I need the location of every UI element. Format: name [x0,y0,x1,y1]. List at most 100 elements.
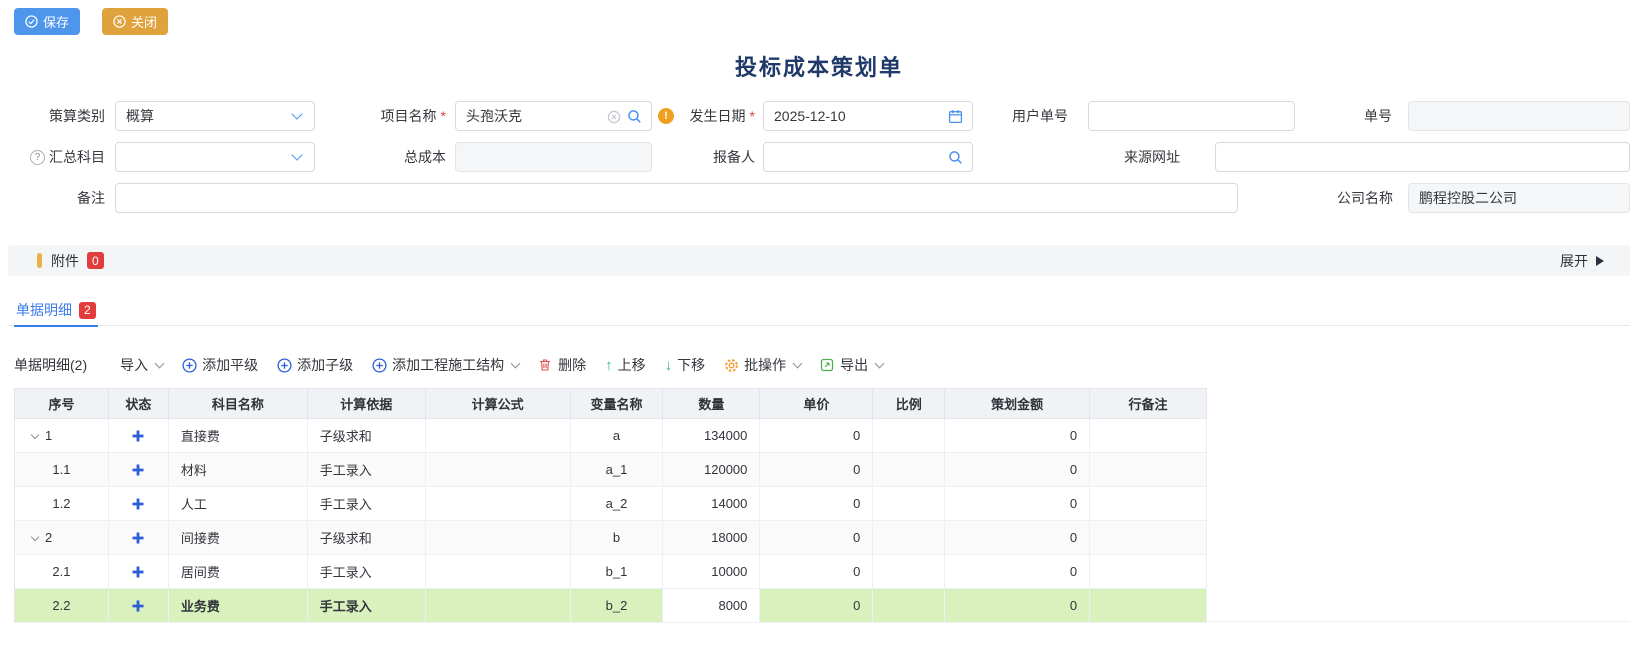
move-up-button[interactable]: ↑ 上移 [605,355,646,375]
cell-amount[interactable]: 0 [945,487,1090,521]
export-button[interactable]: 导出 [820,355,883,375]
add-sibling-button[interactable]: 添加平级 [182,355,258,375]
user-doc-no-input[interactable] [1089,102,1294,130]
table-row[interactable]: 2间接费子级求和b1800000 [15,521,1207,555]
cell-basis[interactable]: 手工录入 [308,453,426,487]
batch-ops-button[interactable]: 批操作 [724,355,801,375]
cell-formula[interactable] [426,521,571,555]
cell-seq[interactable]: 1.1 [15,453,109,487]
cell-basis[interactable]: 手工录入 [308,555,426,589]
tab-detail[interactable]: 单据明细 2 [14,294,98,326]
cell-status[interactable] [109,419,169,453]
add-child-button[interactable]: 添加子级 [277,355,353,375]
cell-basis[interactable]: 子级求和 [308,521,426,555]
cell-ratio[interactable] [873,555,945,589]
table-row[interactable]: 1.1材料手工录入a_112000000 [15,453,1207,487]
cell-formula[interactable] [426,419,571,453]
cell-formula[interactable] [426,555,571,589]
cell-ratio[interactable] [873,419,945,453]
cell-price[interactable]: 0 [760,487,873,521]
cell-price[interactable]: 0 [760,589,873,623]
cell-amount[interactable]: 0 [945,555,1090,589]
add-plus-icon[interactable] [132,464,144,476]
cell-seq[interactable]: 2 [15,521,109,555]
help-icon[interactable] [30,150,45,165]
cell-status[interactable] [109,453,169,487]
cell-price[interactable]: 0 [760,555,873,589]
column-header-subject[interactable]: 科目名称 [169,389,308,419]
add-plus-icon[interactable] [132,566,144,578]
cell-status[interactable] [109,521,169,555]
summary-subject-select[interactable] [115,142,315,172]
attachments-bar[interactable]: 附件 0 展开 [8,245,1630,276]
expand-caret-icon[interactable] [31,532,39,540]
cell-variable[interactable]: b [571,521,664,555]
search-icon[interactable] [948,150,964,166]
clear-icon[interactable] [607,110,621,124]
cell-remark[interactable] [1090,419,1207,453]
cell-formula[interactable] [426,453,571,487]
cell-variable[interactable]: a_1 [571,453,664,487]
import-button[interactable]: 导入 [120,355,163,375]
cell-price[interactable]: 0 [760,453,873,487]
column-header-seq[interactable]: 序号 [15,389,109,419]
add-structure-button[interactable]: 添加工程施工结构 [372,355,519,375]
table-row[interactable]: 1直接费子级求和a13400000 [15,419,1207,453]
column-header-qty[interactable]: 数量 [663,389,760,419]
move-down-button[interactable]: ↓ 下移 [665,355,706,375]
cell-price[interactable]: 0 [760,419,873,453]
cell-variable[interactable]: b_1 [571,555,664,589]
cell-remark[interactable] [1090,589,1207,623]
cell-remark[interactable] [1090,453,1207,487]
table-row[interactable]: 2.2业务费手工录入b_2800000 [15,589,1207,623]
cell-basis[interactable]: 手工录入 [308,589,426,623]
cell-qty[interactable]: 14000 [663,487,760,521]
add-plus-icon[interactable] [132,532,144,544]
cell-qty[interactable]: 18000 [663,521,760,555]
cell-amount[interactable]: 0 [945,419,1090,453]
cell-status[interactable] [109,555,169,589]
cell-seq[interactable]: 2.1 [15,555,109,589]
column-header-amount[interactable]: 策划金额 [945,389,1090,419]
reporter-input[interactable] [764,143,972,171]
cell-seq[interactable]: 2.2 [15,589,109,623]
table-row[interactable]: 2.1居间费手工录入b_11000000 [15,555,1207,589]
cell-amount[interactable]: 0 [945,453,1090,487]
column-header-variable[interactable]: 变量名称 [571,389,664,419]
cell-qty[interactable]: 8000 [663,589,760,623]
add-plus-icon[interactable] [132,430,144,442]
cell-remark[interactable] [1090,487,1207,521]
close-button[interactable]: 关闭 [102,8,168,35]
cell-remark[interactable] [1090,555,1207,589]
cell-qty[interactable]: 10000 [663,555,760,589]
column-header-status[interactable]: 状态 [109,389,169,419]
cell-subject[interactable]: 材料 [169,453,308,487]
cell-formula[interactable] [426,487,571,521]
cell-seq[interactable]: 1.2 [15,487,109,521]
cell-variable[interactable]: a_2 [571,487,664,521]
cell-basis[interactable]: 手工录入 [308,487,426,521]
cell-amount[interactable]: 0 [945,521,1090,555]
cell-seq[interactable]: 1 [15,419,109,453]
cell-subject[interactable]: 间接费 [169,521,308,555]
column-header-basis[interactable]: 计算依据 [308,389,426,419]
cell-formula[interactable] [426,589,571,623]
cell-status[interactable] [109,487,169,521]
cell-price[interactable]: 0 [760,521,873,555]
save-button[interactable]: 保存 [14,8,80,35]
cell-amount[interactable]: 0 [945,589,1090,623]
cell-status[interactable] [109,589,169,623]
column-header-ratio[interactable]: 比例 [873,389,945,419]
cell-variable[interactable]: a [571,419,664,453]
table-row[interactable]: 1.2人工手工录入a_21400000 [15,487,1207,521]
project-name-input[interactable] [456,102,651,130]
cell-ratio[interactable] [873,589,945,623]
column-header-price[interactable]: 单价 [760,389,873,419]
delete-button[interactable]: 删除 [538,355,586,375]
cell-ratio[interactable] [873,521,945,555]
date-input[interactable] [764,102,972,130]
source-url-input[interactable] [1216,143,1629,171]
expand-button[interactable]: 展开 [1560,251,1604,271]
remark-input[interactable] [116,184,1237,212]
cell-qty[interactable]: 134000 [663,419,760,453]
